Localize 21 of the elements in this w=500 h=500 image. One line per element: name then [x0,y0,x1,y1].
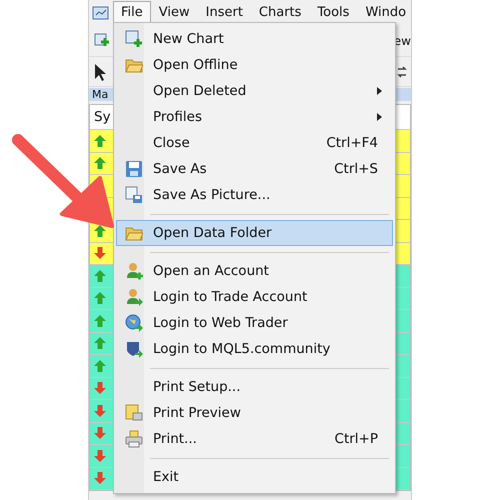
menu-item[interactable]: View [150,1,198,24]
menu-item[interactable]: Exit [116,464,393,490]
menu-item[interactable]: Close Ctrl+F4 [116,130,393,156]
menu-item[interactable]: Charts [250,1,310,24]
menu-item[interactable]: Insert [198,1,251,24]
menu-item[interactable]: Save As Picture... [116,182,393,208]
menu-item[interactable]: Profiles [116,104,393,130]
menu-item[interactable]: Open Offline [116,52,393,78]
menu-item[interactable]: Open Data Folder [116,220,393,246]
menu-item[interactable]: Login to Trade Account [116,284,393,310]
menu-item[interactable]: Print Setup... [116,374,393,400]
menu-item[interactable]: New Chart [116,26,393,52]
menu-item[interactable]: File [113,1,151,24]
menu-item[interactable]: Login to MQL5.community [116,336,393,362]
menu-item[interactable]: Save As Ctrl+S [116,156,393,182]
menu-item[interactable]: Windo [357,1,411,24]
menu-item[interactable]: Print Preview [116,400,393,426]
menu-item[interactable]: Login to Web Trader [116,310,393,336]
menu-item[interactable]: Open an Account [116,258,393,284]
menu-item[interactable]: Print... Ctrl+P [116,426,393,452]
menu-item[interactable]: Tools [309,1,358,24]
